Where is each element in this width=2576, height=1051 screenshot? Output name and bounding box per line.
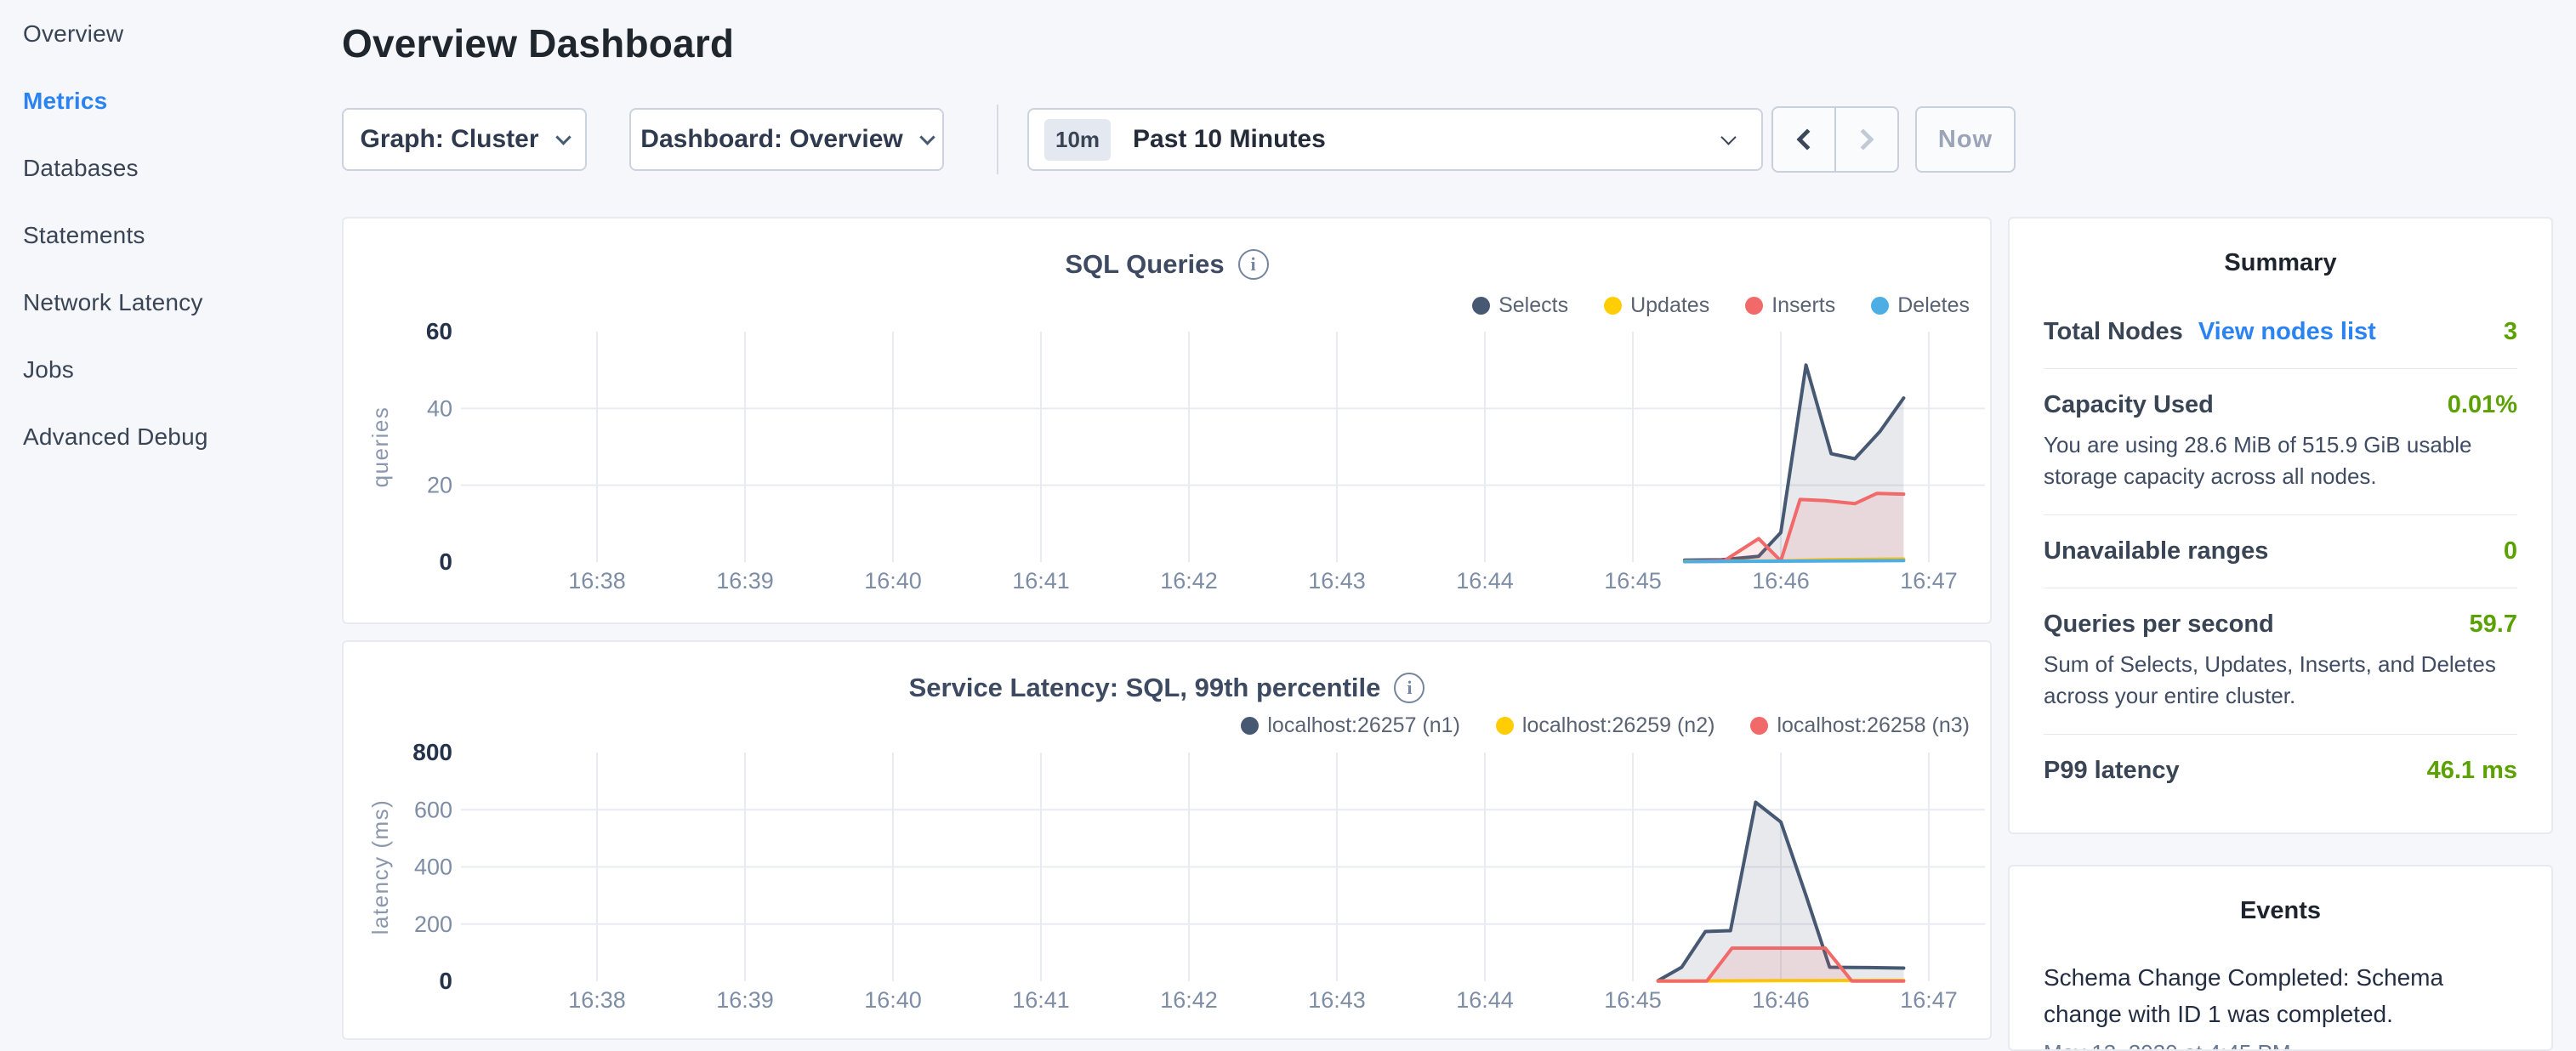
chevron-left-icon [1796,128,1817,150]
svg-text:16:42: 16:42 [1160,568,1218,594]
summary-row-value: 0.01% [2448,391,2517,419]
svg-text:16:44: 16:44 [1456,987,1514,1013]
time-window-badge: 10m [1044,119,1111,161]
svg-text:16:47: 16:47 [1900,987,1958,1013]
page-title: Overview Dashboard [342,20,734,66]
svg-text:40: 40 [427,395,452,421]
chevron-down-icon [555,129,571,145]
summary-row-queries-per-second: Queries per second 59.7 [2044,611,2517,639]
sidebar-item-network-latency[interactable]: Network Latency [0,269,340,336]
service-latency-chart-card: Service Latency: SQL, 99th percentile i … [342,640,1992,1040]
svg-text:16:39: 16:39 [716,987,774,1013]
summary-row-value: 3 [2504,318,2517,346]
svg-text:16:39: 16:39 [716,568,774,594]
svg-text:400: 400 [414,855,452,880]
svg-text:0: 0 [439,548,452,575]
summary-row-capacity-used: Capacity Used 0.01% [2044,391,2517,419]
svg-text:16:47: 16:47 [1900,568,1958,594]
sidebar-item-metrics[interactable]: Metrics [0,67,340,134]
graph-scope-dropdown[interactable]: Graph: Cluster [342,108,587,171]
summary-row-label: Capacity Used [2044,391,2214,419]
view-nodes-list-link[interactable]: View nodes list [2198,318,2376,346]
svg-text:600: 600 [414,797,452,822]
sidebar-item-statements[interactable]: Statements [0,202,340,269]
summary-row-description: Sum of Selects, Updates, Inserts, and De… [2044,649,2517,712]
sql-queries-chart-card: SQL Queries i SelectsUpdatesInsertsDelet… [342,217,1992,624]
sql-queries-chart[interactable]: 16:38 16:39 16:40 16:41 16:42 16:43 16:44 16:45… [344,219,1990,622]
summary-row-p99-latency: P99 latency 46.1 ms [2044,757,2517,785]
summary-row-value: 59.7 [2470,611,2517,639]
svg-text:16:45: 16:45 [1604,568,1662,594]
dashboard-label: Dashboard: Overview [640,125,902,154]
time-window-dropdown[interactable]: 10m Past 10 Minutes [1027,108,1763,171]
divider [2044,368,2517,369]
sidebar-item-overview[interactable]: Overview [0,0,340,67]
svg-text:latency (ms): latency (ms) [367,799,393,935]
svg-text:queries: queries [367,406,393,488]
svg-text:16:43: 16:43 [1308,568,1366,594]
summary-row-label: Total Nodes [2044,318,2183,346]
summary-row-unavailable-ranges: Unavailable ranges 0 [2044,537,2517,565]
time-shift-button-group [1771,106,1899,173]
sidebar-item-advanced-debug[interactable]: Advanced Debug [0,403,340,470]
svg-text:0: 0 [439,968,452,994]
summary-title: Summary [2044,249,2517,277]
summary-row-value: 46.1 ms [2427,757,2517,785]
summary-row-total-nodes: Total Nodes View nodes list 3 [2044,318,2517,346]
summary-row-description: You are using 28.6 MiB of 515.9 GiB usab… [2044,429,2517,492]
chevron-down-icon [919,129,935,145]
sidebar-item-jobs[interactable]: Jobs [0,336,340,403]
events-panel: Events Schema Change Completed: Schema c… [2008,865,2553,1051]
dashboard-dropdown[interactable]: Dashboard: Overview [629,108,944,171]
svg-text:200: 200 [414,912,452,937]
events-title: Events [2044,897,2517,925]
svg-text:16:42: 16:42 [1160,987,1218,1013]
summary-panel: Summary Total Nodes View nodes list 3 Ca… [2008,217,2553,834]
svg-text:16:46: 16:46 [1752,987,1810,1013]
chevron-right-icon [1852,128,1874,150]
svg-text:20: 20 [427,473,452,498]
sidebar: Overview Metrics Databases Statements Ne… [0,0,340,1051]
svg-text:16:38: 16:38 [568,987,626,1013]
summary-row-value: 0 [2504,537,2517,565]
event-timestamp: May 13, 2020 at 4:45 PM [2044,1040,2517,1051]
svg-text:16:45: 16:45 [1604,987,1662,1013]
service-latency-chart[interactable]: 16:38 16:39 16:40 16:41 16:42 16:43 16:44 16:45… [344,642,1990,1038]
graph-scope-label: Graph: Cluster [360,125,538,154]
chevron-down-icon [1720,129,1736,145]
svg-text:800: 800 [412,739,452,765]
time-shift-forward-button[interactable] [1834,108,1897,171]
event-message: Schema Change Completed: Schema change w… [2044,959,2517,1033]
time-window-label: Past 10 Minutes [1133,125,1326,154]
svg-text:16:43: 16:43 [1308,987,1366,1013]
summary-row-label: Queries per second [2044,611,2274,639]
controls-divider [997,105,998,174]
svg-text:16:40: 16:40 [864,568,922,594]
svg-text:16:44: 16:44 [1456,568,1514,594]
now-button[interactable]: Now [1915,106,2016,173]
svg-text:16:41: 16:41 [1012,987,1070,1013]
time-shift-back-button[interactable] [1773,108,1834,171]
svg-text:16:41: 16:41 [1012,568,1070,594]
sidebar-nav-list: Overview Metrics Databases Statements Ne… [0,0,340,470]
divider [2044,734,2517,735]
summary-row-label: P99 latency [2044,757,2180,785]
svg-text:16:38: 16:38 [568,568,626,594]
divider [2044,514,2517,515]
svg-text:16:40: 16:40 [864,987,922,1013]
svg-text:60: 60 [426,318,452,344]
sidebar-item-databases[interactable]: Databases [0,134,340,202]
svg-text:16:46: 16:46 [1752,568,1810,594]
summary-row-label: Unavailable ranges [2044,537,2268,565]
